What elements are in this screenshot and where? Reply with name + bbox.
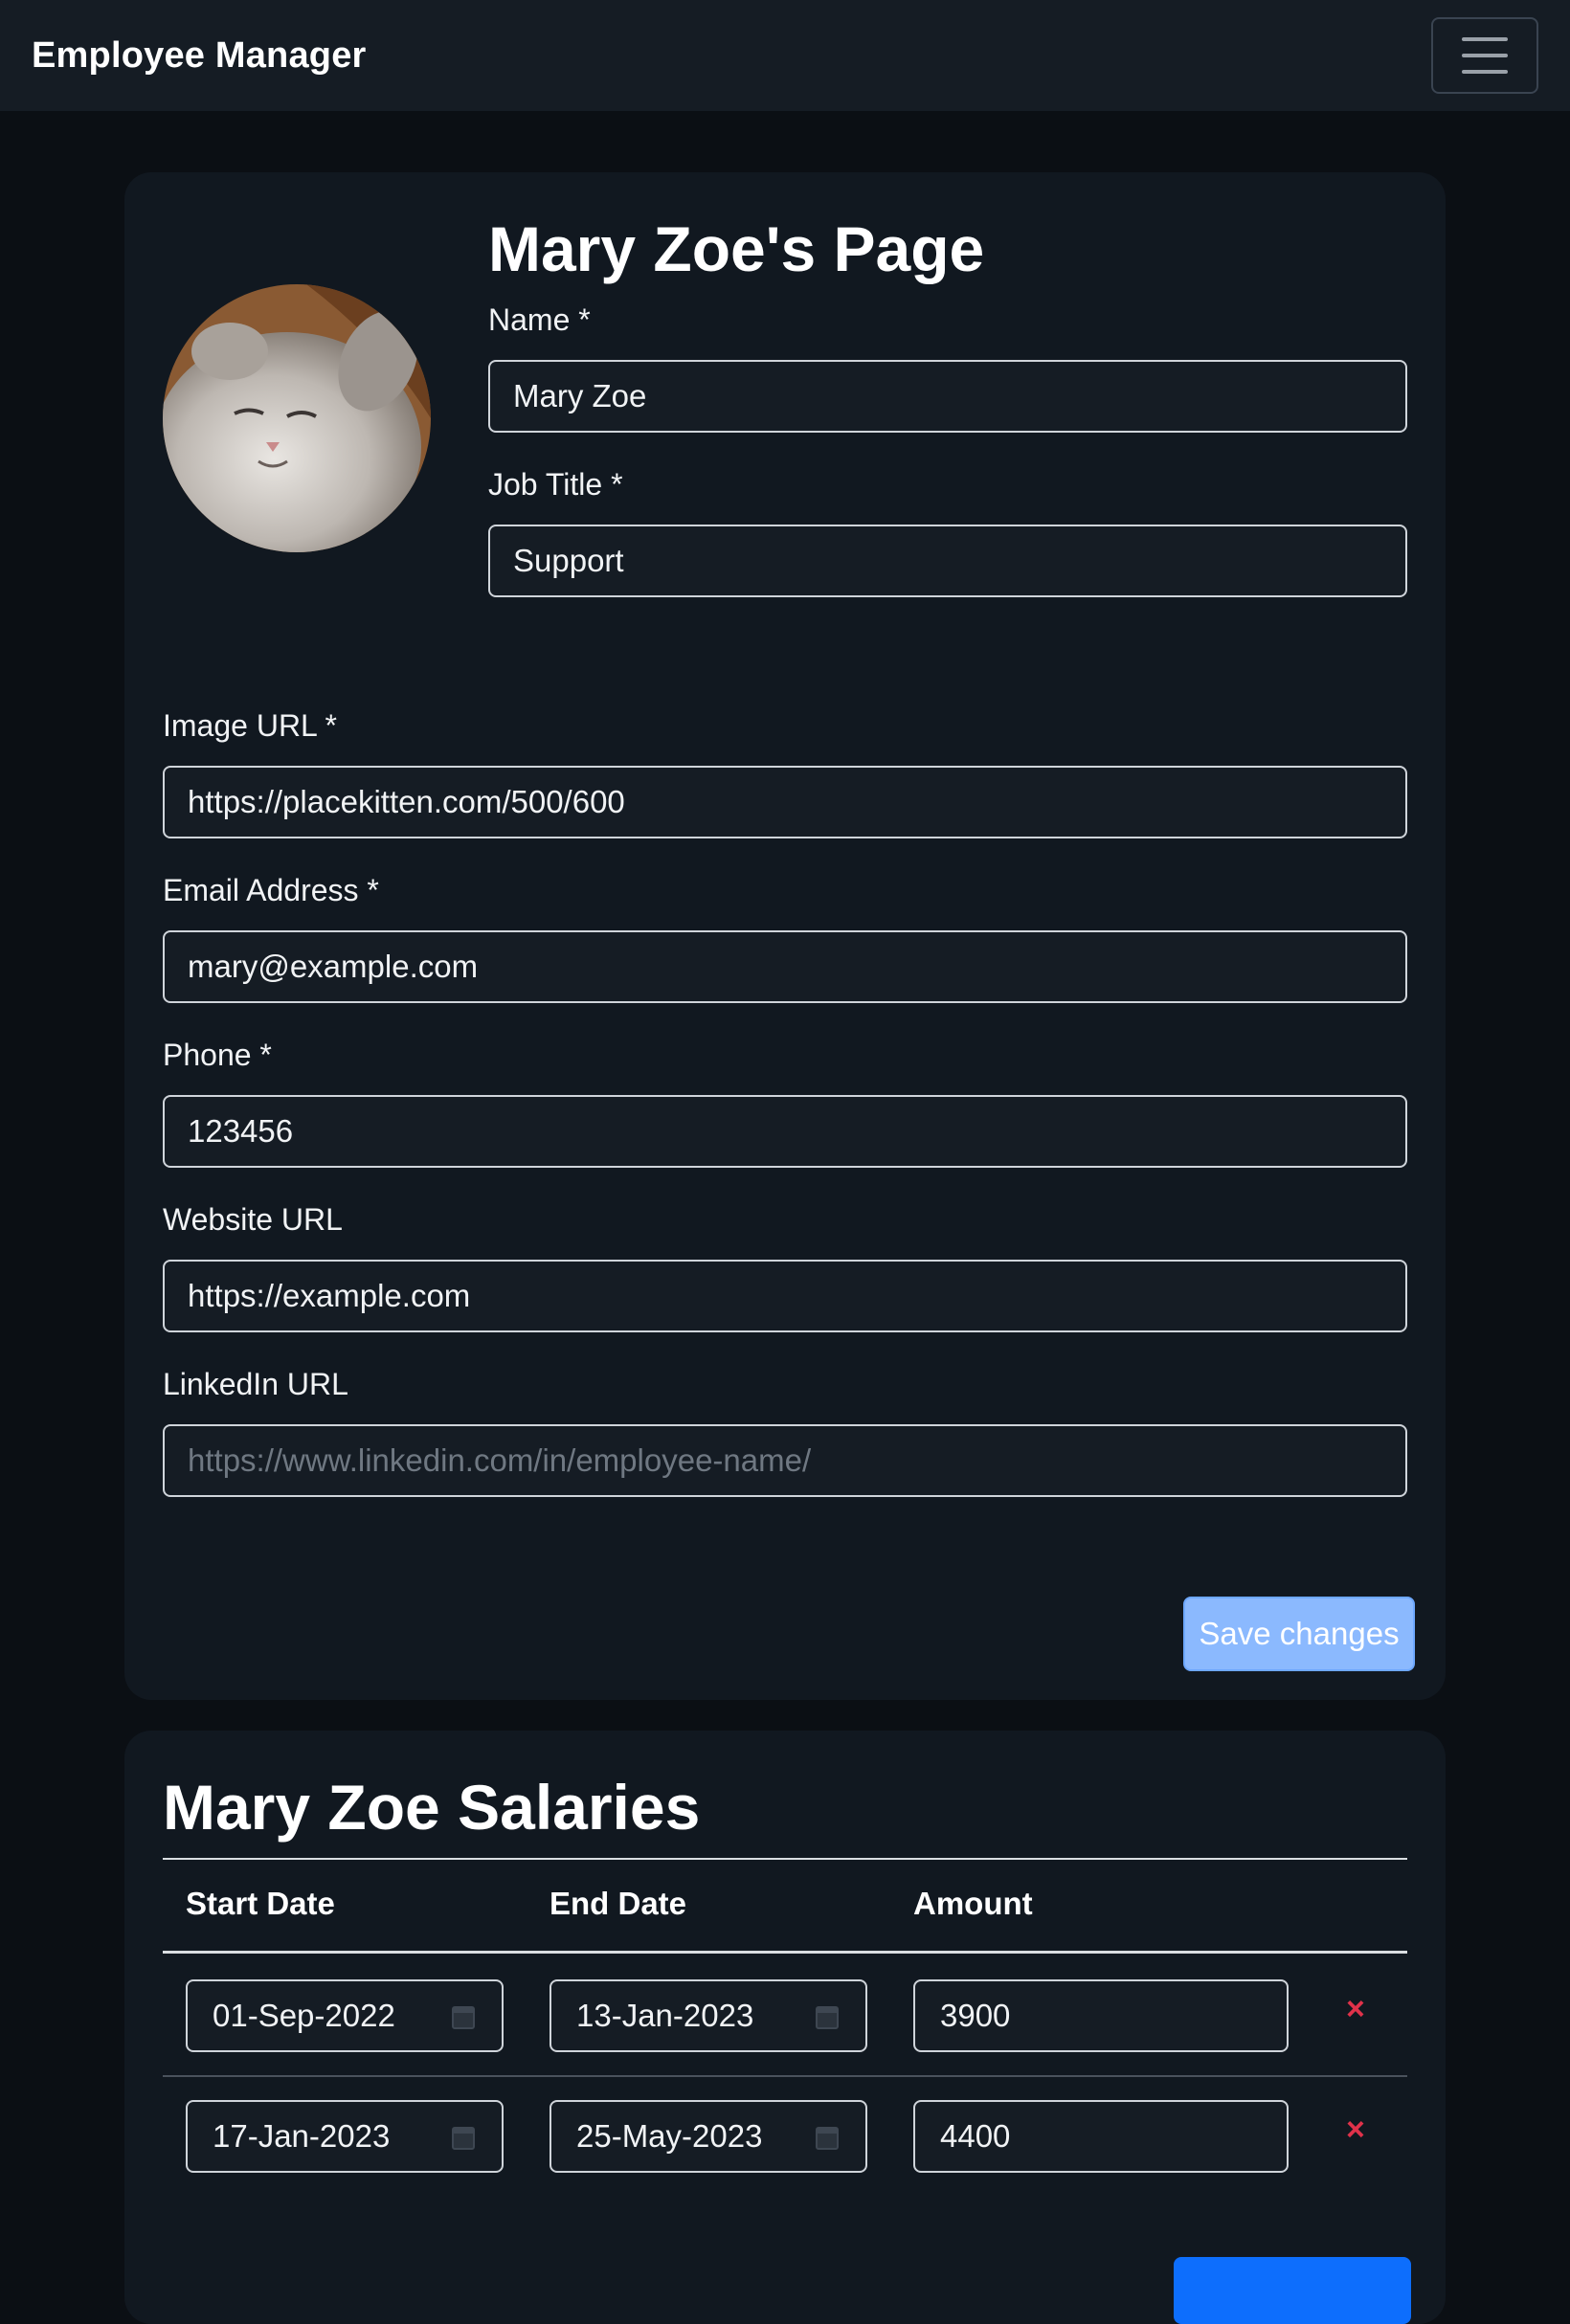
name-label: Name * xyxy=(488,302,591,337)
job-title-label: Job Title * xyxy=(488,467,623,502)
start-date-input[interactable]: 17-Jan-2023 xyxy=(186,2100,504,2173)
amount-input[interactable]: 4400 xyxy=(913,2100,1289,2173)
start-date-value: 01-Sep-2022 xyxy=(213,1998,395,2033)
amount-value: 3900 xyxy=(940,1998,1011,2033)
end-date-value: 25-May-2023 xyxy=(576,2118,763,2154)
calendar-icon[interactable] xyxy=(452,2125,475,2150)
end-date-input[interactable]: 13-Jan-2023 xyxy=(550,1979,867,2052)
name-input[interactable] xyxy=(488,360,1407,433)
linkedin-input[interactable] xyxy=(163,1424,1407,1497)
brand-title[interactable]: Employee Manager xyxy=(32,35,367,77)
job-title-input[interactable] xyxy=(488,525,1407,597)
calendar-icon[interactable] xyxy=(452,2004,475,2029)
delete-row-icon[interactable]: × xyxy=(1346,1991,1365,2028)
salaries-card: Mary Zoe Salaries Start Date End Date Am… xyxy=(124,1731,1446,2324)
start-date-input[interactable]: 01-Sep-2022 xyxy=(186,1979,504,2052)
calendar-icon[interactable] xyxy=(816,2004,839,2029)
add-salary-button[interactable] xyxy=(1174,2257,1411,2324)
kitten-photo xyxy=(163,284,431,552)
column-end-date: End Date xyxy=(550,1886,687,1921)
navbar: Employee Manager xyxy=(0,0,1570,111)
email-label: Email Address * xyxy=(163,873,379,907)
profile-card: Mary Zoe's Page Name * Job Title * Image… xyxy=(124,172,1446,1700)
hamburger-menu-icon[interactable] xyxy=(1431,17,1538,94)
phone-label: Phone * xyxy=(163,1038,272,1072)
page-title: Mary Zoe's Page xyxy=(488,213,985,284)
avatar xyxy=(163,284,431,552)
salaries-title: Mary Zoe Salaries xyxy=(163,1772,701,1843)
delete-row-icon[interactable]: × xyxy=(1346,2112,1365,2149)
amount-value: 4400 xyxy=(940,2118,1011,2154)
email-input[interactable] xyxy=(163,930,1407,1003)
image-url-input[interactable] xyxy=(163,766,1407,838)
website-label: Website URL xyxy=(163,1202,343,1237)
row-divider xyxy=(163,2075,1407,2077)
column-start-date: Start Date xyxy=(186,1886,335,1921)
phone-input[interactable] xyxy=(163,1095,1407,1168)
start-date-value: 17-Jan-2023 xyxy=(213,2118,391,2154)
linkedin-label: LinkedIn URL xyxy=(163,1367,348,1401)
amount-input[interactable]: 3900 xyxy=(913,1979,1289,2052)
website-input[interactable] xyxy=(163,1260,1407,1332)
title-divider xyxy=(163,1858,1407,1860)
header-divider xyxy=(163,1951,1407,1954)
save-button[interactable]: Save changes xyxy=(1183,1597,1415,1671)
image-url-label: Image URL * xyxy=(163,708,337,743)
column-amount: Amount xyxy=(913,1886,1033,1921)
end-date-input[interactable]: 25-May-2023 xyxy=(550,2100,867,2173)
calendar-icon[interactable] xyxy=(816,2125,839,2150)
end-date-value: 13-Jan-2023 xyxy=(576,1998,754,2033)
